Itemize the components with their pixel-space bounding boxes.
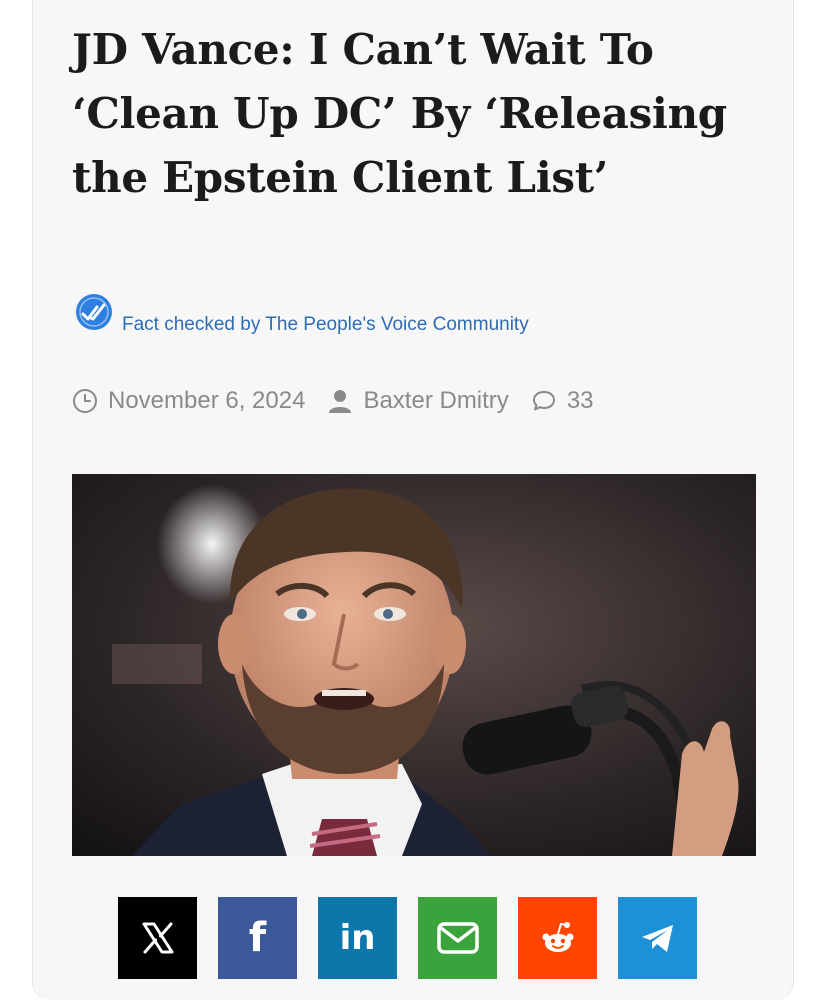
x-logo-icon — [142, 922, 173, 954]
linkedin-icon: in — [339, 918, 376, 958]
article-meta: November 6, 2024 Baxter Dmitry 33 — [72, 384, 722, 418]
comment-count-text[interactable]: 33 — [567, 387, 594, 415]
reddit-alien-icon — [542, 922, 573, 952]
paper-plane-icon — [641, 925, 673, 952]
user-icon — [329, 390, 352, 413]
envelope-icon — [436, 922, 479, 954]
share-linkedin-button[interactable]: in — [318, 897, 397, 979]
post-date-text: November 6, 2024 — [108, 387, 306, 414]
post-author[interactable]: Baxter Dmitry — [327, 387, 509, 415]
author-name[interactable]: Baxter Dmitry — [363, 387, 508, 415]
post-date: November 6, 2024 — [72, 387, 305, 415]
facebook-icon: f — [248, 915, 267, 961]
comment-count[interactable]: 33 — [531, 387, 594, 415]
share-email-button[interactable] — [418, 897, 497, 979]
check-badge-icon — [76, 294, 112, 330]
fact-check-text[interactable]: Fact checked by The People's Voice Commu… — [122, 314, 529, 336]
share-facebook-button[interactable]: f — [218, 897, 297, 979]
share-telegram-button[interactable] — [618, 897, 697, 979]
article-headline: JD Vance: I Can’t Wait To ‘Clean Up DC’ … — [72, 25, 727, 202]
share-reddit-button[interactable] — [518, 897, 597, 979]
clock-icon — [73, 389, 97, 413]
share-x-button[interactable] — [118, 897, 197, 979]
share-bar: f in — [118, 897, 718, 979]
speaker-photo-image — [72, 474, 756, 856]
article-photo — [72, 474, 756, 856]
fact-check-line: Fact checked by The People's Voice Commu… — [74, 290, 694, 340]
comment-bubble-icon — [532, 391, 555, 411]
